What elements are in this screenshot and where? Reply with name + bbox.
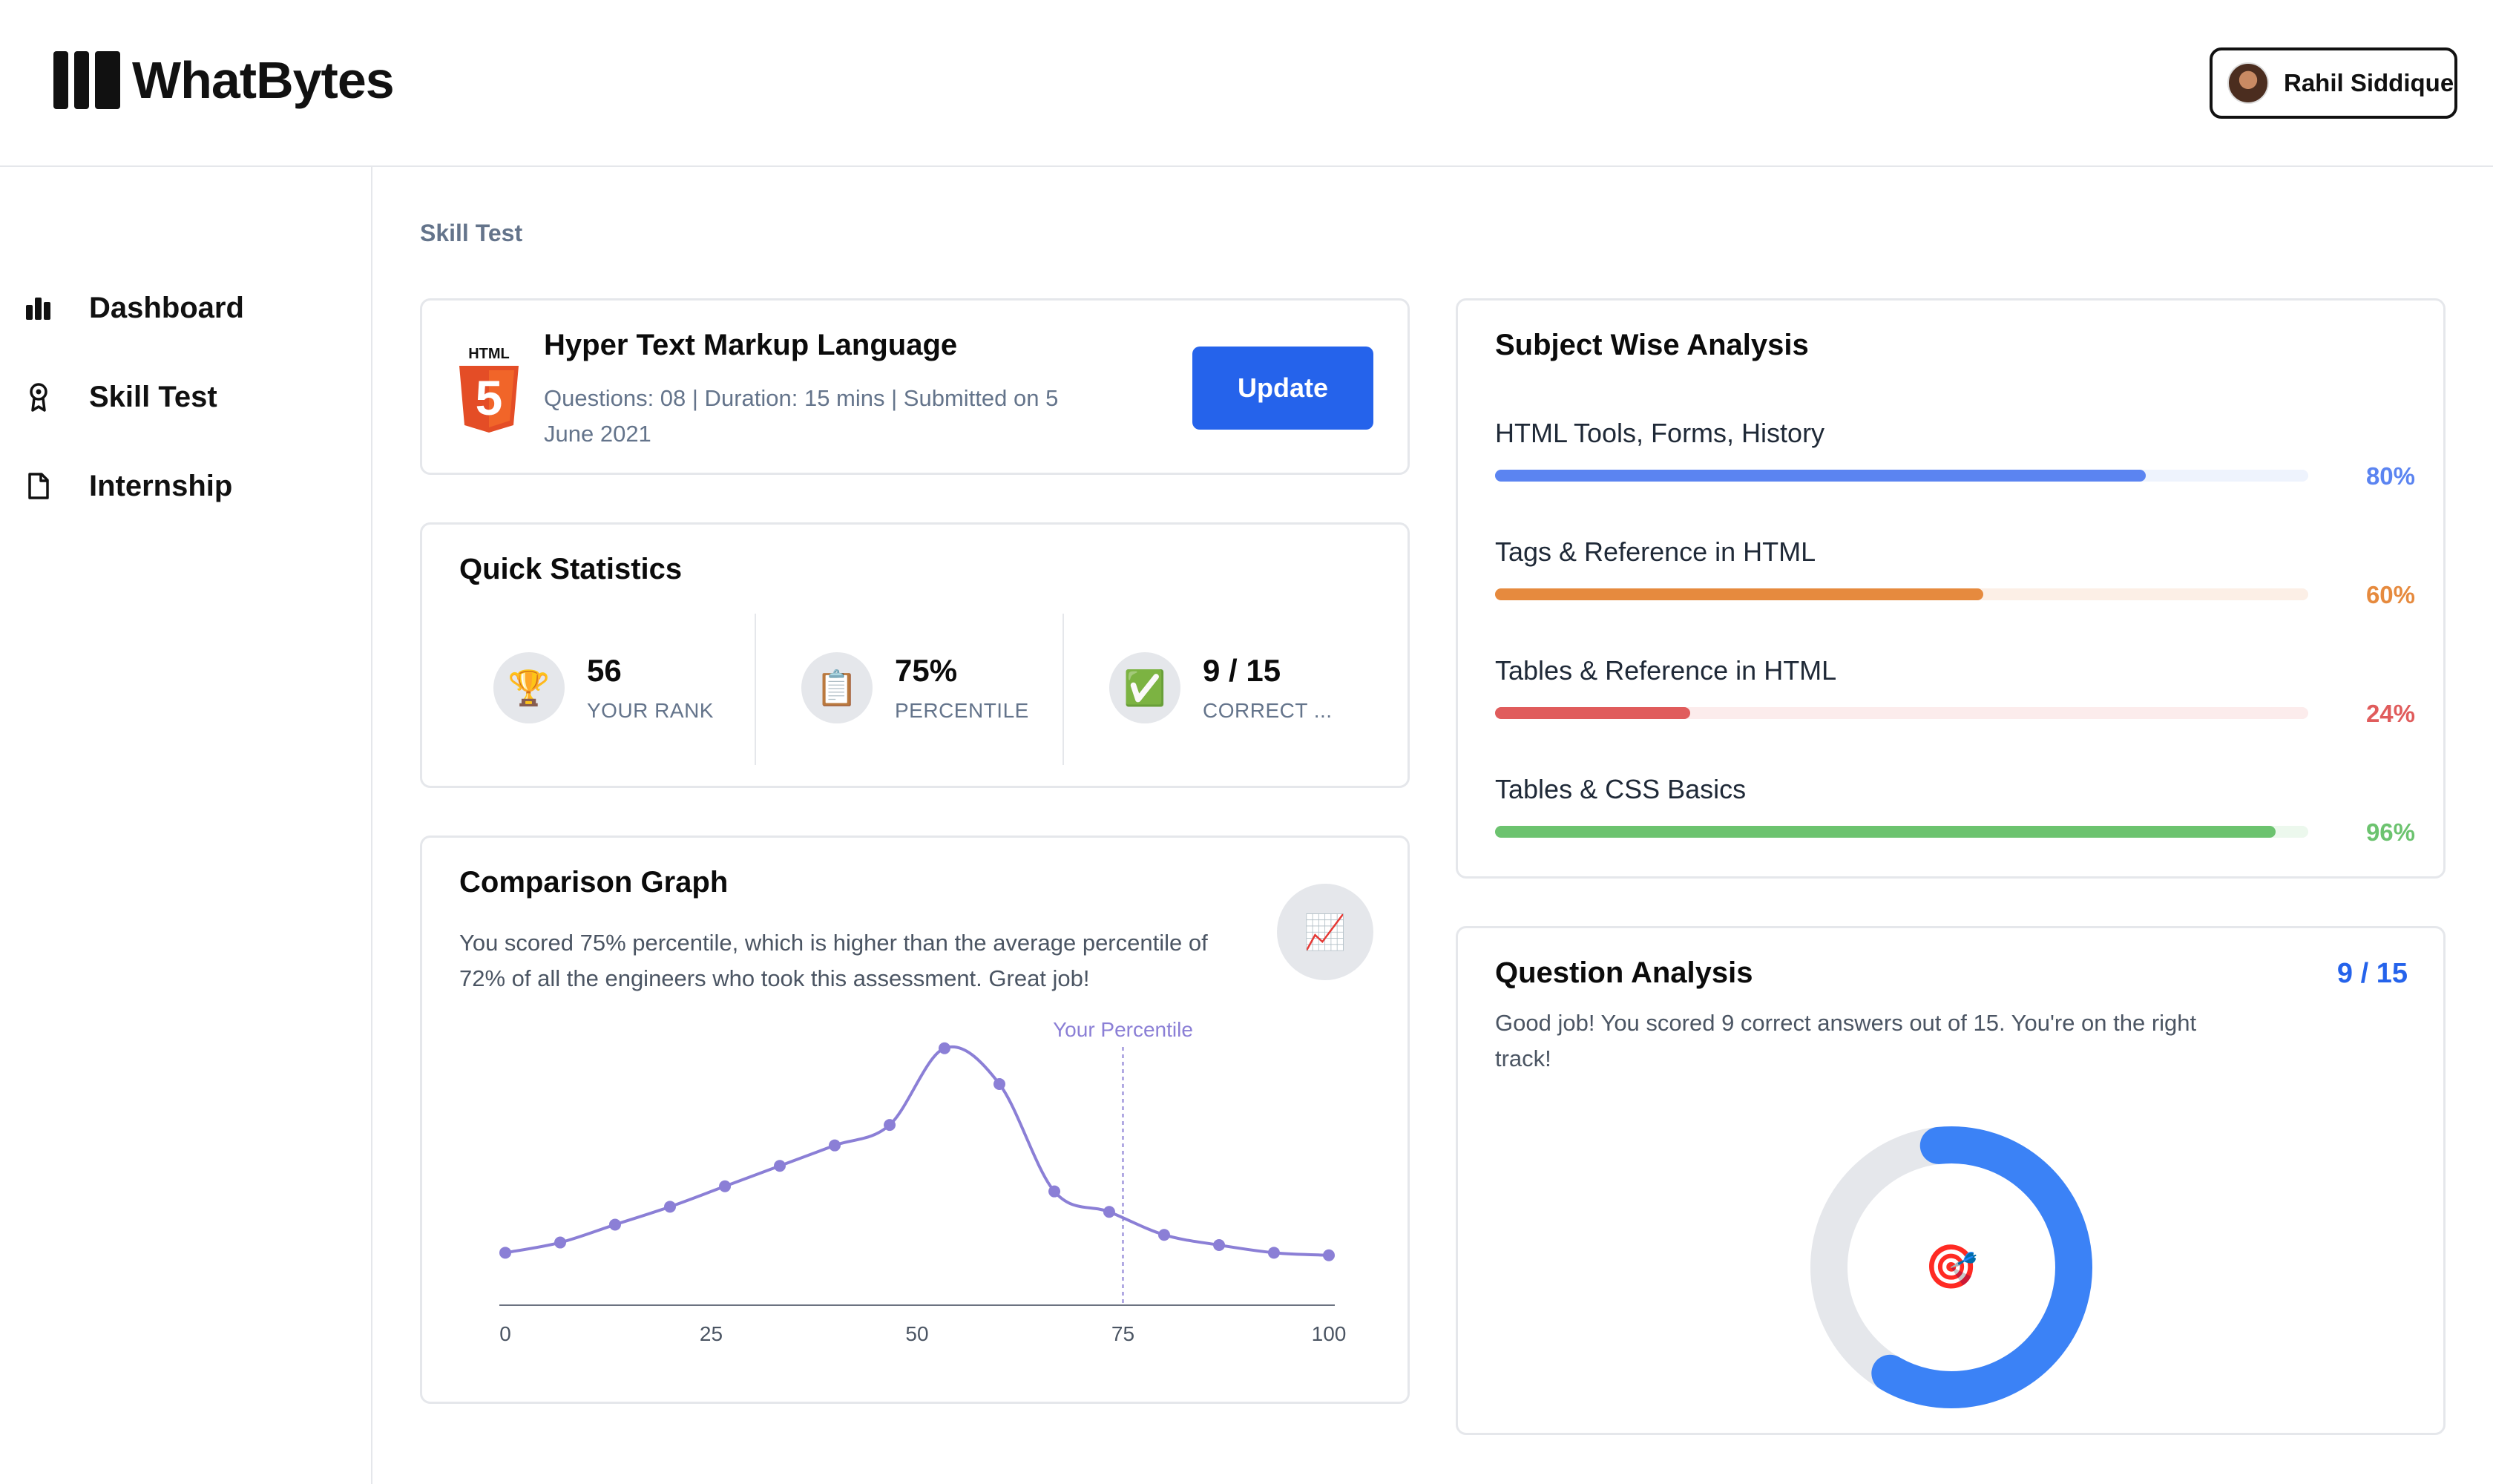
x-tick-label: 25: [700, 1322, 723, 1345]
subject-name: HTML Tools, Forms, History: [1495, 418, 1825, 448]
subject-percent: 24%: [2365, 700, 2415, 727]
subject-name: Tables & CSS Basics: [1495, 774, 1747, 804]
user-name: Rahil Siddique: [2284, 69, 2454, 96]
sidebar-item-label: Skill Test: [89, 380, 217, 413]
comparison-chart: Your Percentile 0 25 50 75 100: [499, 1018, 1347, 1345]
logo-icon: [53, 51, 120, 109]
sidebar-item-skill-test[interactable]: Skill Test: [24, 375, 217, 419]
x-tick-label: 75: [1111, 1322, 1134, 1345]
html5-logo-text: HTML: [468, 346, 510, 362]
clipboard-icon: 📋: [801, 652, 873, 723]
stat-value: 56: [587, 653, 622, 688]
x-tick-label: 100: [1312, 1322, 1347, 1345]
data-point: [554, 1236, 567, 1249]
x-tick-label: 0: [499, 1322, 511, 1345]
quick-statistics-title: Quick Statistics: [459, 553, 683, 585]
stat-label: CORRECT ...: [1203, 699, 1333, 722]
data-point: [719, 1180, 732, 1192]
question-score: 9 / 15: [2336, 958, 2408, 989]
app-name: WhatBytes: [132, 51, 395, 109]
data-point: [773, 1160, 786, 1172]
stat-divider: [755, 614, 756, 765]
subject-item: Tags & Reference in HTML 60%: [1495, 536, 2415, 608]
file-icon: [24, 471, 53, 501]
stat-value: 75%: [895, 653, 958, 688]
subject-wise-analysis-card: Subject Wise Analysis HTML Tools, Forms,…: [1456, 298, 2446, 879]
x-tick-label: 50: [905, 1322, 928, 1345]
stat-value: 9 / 15: [1203, 653, 1281, 688]
top-header: WhatBytes Rahil Siddique: [0, 0, 2493, 167]
html5-logo-number: 5: [476, 370, 503, 425]
user-profile-button[interactable]: Rahil Siddique: [2210, 47, 2457, 119]
progress-fill: [1495, 826, 2276, 838]
stat-correct: ✅ 9 / 15 CORRECT ...: [1109, 614, 1333, 762]
data-point: [884, 1119, 896, 1132]
data-point: [938, 1042, 950, 1054]
logo[interactable]: WhatBytes: [53, 50, 395, 110]
data-point: [993, 1078, 1005, 1090]
progress-track: [1495, 588, 2308, 600]
data-point: [1323, 1249, 1335, 1261]
stat-label: YOUR RANK: [587, 699, 714, 722]
progress-fill: [1495, 470, 2146, 482]
stat-percentile: 📋 75% PERCENTILE: [801, 614, 1029, 762]
progress-fill: [1495, 588, 1983, 600]
data-point: [499, 1247, 511, 1259]
data-point: [664, 1201, 676, 1213]
series-line: [505, 1045, 1330, 1257]
sidebar-item-dashboard[interactable]: Dashboard: [24, 286, 244, 330]
subject-percent: 96%: [2365, 818, 2415, 846]
avatar: [2227, 62, 2269, 104]
subject-name: Tags & Reference in HTML: [1495, 536, 1816, 567]
check-icon: ✅: [1109, 652, 1180, 723]
data-point: [608, 1218, 621, 1231]
sidebar-item-internship[interactable]: Internship: [24, 464, 232, 508]
score-donut: 🎯: [1807, 1123, 2096, 1412]
sidebar-item-label: Internship: [89, 469, 233, 502]
test-meta: Questions: 08 | Duration: 15 mins | Subm…: [544, 385, 1059, 447]
subject-item: Tables & Reference in HTML 24%: [1495, 655, 2415, 727]
data-point: [1103, 1206, 1115, 1218]
progress-track: [1495, 826, 2308, 838]
quick-statistics-card: Quick Statistics 🏆 56 YOUR RANK 📋 75% PE…: [420, 522, 1410, 788]
progress-fill: [1495, 707, 1691, 719]
subject-percent: 80%: [2365, 462, 2415, 490]
subject-item: Tables & CSS Basics 96%: [1495, 774, 2415, 846]
stat-divider: [1062, 614, 1064, 765]
update-button[interactable]: Update: [1192, 347, 1373, 430]
data-point: [1158, 1229, 1170, 1241]
question-description: Good job! You scored 9 correct answers o…: [1495, 1010, 2197, 1071]
data-point: [829, 1139, 841, 1152]
percentile-marker-label: Your Percentile: [1053, 1018, 1193, 1041]
data-point: [1213, 1239, 1226, 1251]
breadcrumb: Skill Test: [420, 220, 523, 246]
subject-item: HTML Tools, Forms, History 80%: [1495, 418, 2415, 490]
subject-wise-analysis-title: Subject Wise Analysis: [1495, 329, 1809, 361]
test-info-card: HTML 5 Hyper Text Markup Language Questi…: [420, 298, 1410, 475]
bar-chart-icon: [24, 293, 53, 323]
test-title: Hyper Text Markup Language: [544, 329, 958, 361]
question-analysis-card: Question Analysis 9 / 15 Good job! You s…: [1456, 926, 2446, 1435]
progress-track: [1495, 470, 2308, 482]
comparison-graph-card: Comparison Graph You scored 75% percenti…: [420, 835, 1410, 1404]
target-icon: 🎯: [1924, 1243, 1979, 1291]
award-icon: [24, 382, 53, 412]
question-analysis-title: Question Analysis: [1495, 956, 1753, 989]
sidebar-item-label: Dashboard: [89, 291, 244, 324]
subject-name: Tables & Reference in HTML: [1495, 655, 1837, 686]
stat-rank: 🏆 56 YOUR RANK: [493, 614, 714, 762]
stat-label: PERCENTILE: [895, 699, 1029, 722]
trophy-icon: 🏆: [493, 652, 565, 723]
data-point: [1048, 1185, 1061, 1198]
subject-percent: 60%: [2365, 581, 2415, 608]
sidebar: Dashboard Skill Test Internship: [0, 167, 372, 1484]
data-point: [1267, 1247, 1280, 1259]
progress-track: [1495, 707, 2308, 719]
html5-logo-icon: HTML 5: [459, 346, 519, 433]
